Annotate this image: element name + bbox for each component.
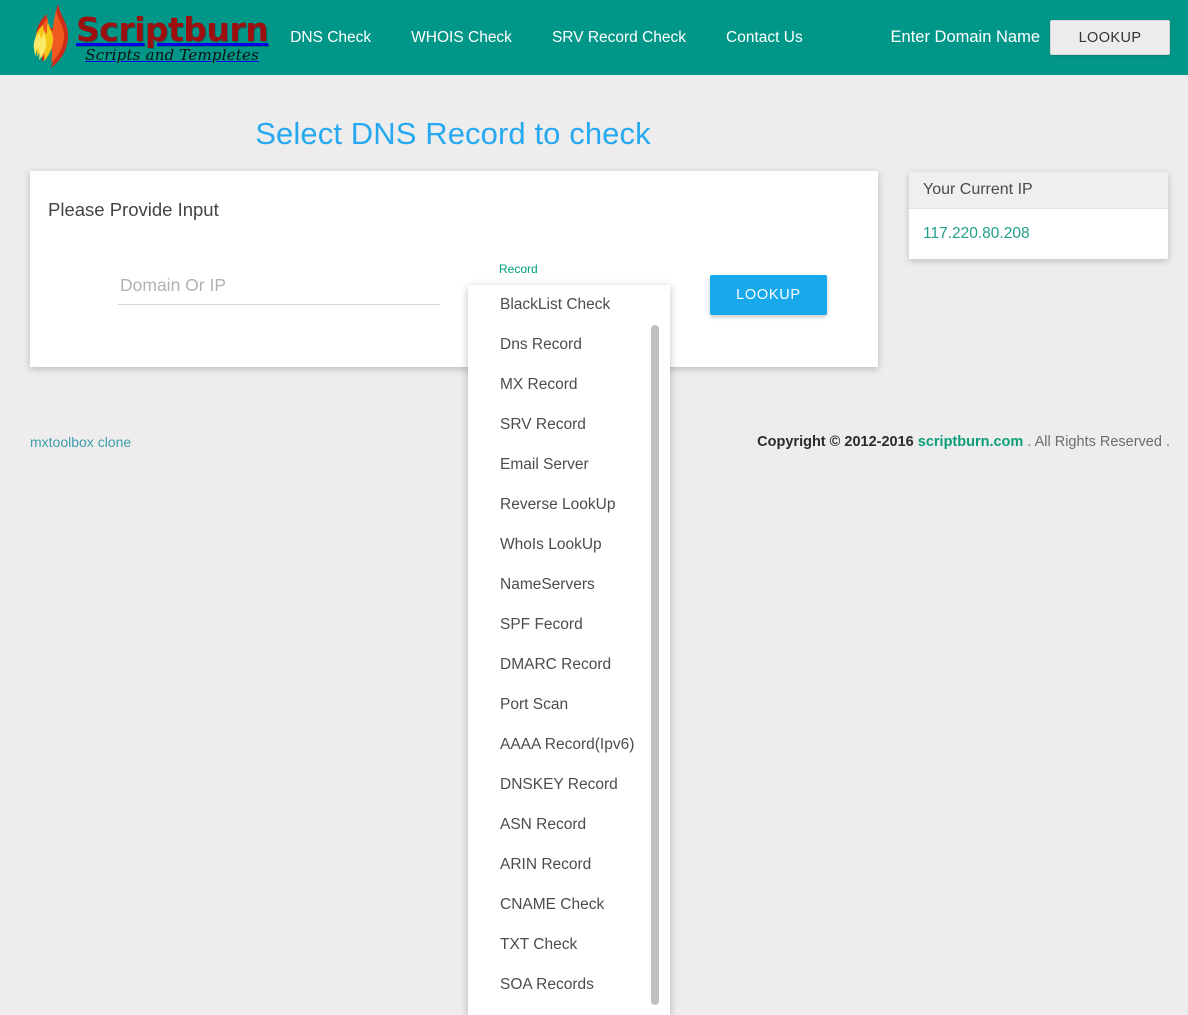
page-title: Select DNS Record to check	[255, 116, 651, 151]
brand-tagline: Scripts and Templetes	[85, 45, 259, 64]
brand-text: Scriptburn Scripts and Templetes	[76, 9, 269, 64]
record-dropdown-item[interactable]: Port Scan	[468, 685, 651, 725]
record-dropdown-item[interactable]: MX Record	[468, 365, 651, 405]
record-dropdown-list[interactable]: BlackList Check Dns Record MX Record SRV Re…	[468, 285, 651, 1015]
copyright-suffix: . All Rights Reserved .	[1027, 434, 1170, 450]
brand-name: Scriptburn	[76, 9, 269, 49]
record-dropdown-item[interactable]: WhoIs LookUp	[468, 525, 651, 565]
record-dropdown-item[interactable]: SOA Records	[468, 965, 651, 1005]
record-dropdown-item[interactable]: CNAME Check	[468, 885, 651, 925]
record-dropdown-item[interactable]: Reverse LookUp	[468, 485, 651, 525]
record-dropdown-item[interactable]: ASN Record	[468, 805, 651, 845]
current-ip-card: Your Current IP 117.220.80.208	[909, 172, 1168, 259]
current-ip-value: 117.220.80.208	[923, 224, 1030, 242]
nav-item-whois-check[interactable]: WHOIS Check	[411, 23, 512, 53]
record-dropdown-item[interactable]: ARIN Record	[468, 845, 651, 885]
record-field-wrapper: Record	[470, 263, 692, 279]
header-domain-input[interactable]	[875, 22, 1050, 53]
record-dropdown-item[interactable]: NameServers	[468, 565, 651, 605]
lookup-form: Record LOOKUP	[30, 263, 878, 353]
record-dropdown-item[interactable]: BlackList Check	[468, 285, 651, 325]
flame-icon	[33, 3, 69, 68]
nav-item-srv-record-check[interactable]: SRV Record Check	[552, 23, 686, 53]
site-header: Scriptburn Scripts and Templetes DNS Che…	[0, 0, 1188, 75]
input-card-title: Please Provide Input	[48, 199, 219, 220]
domain-or-ip-input[interactable]	[118, 271, 440, 305]
dropdown-right-edge	[661, 285, 670, 1015]
form-lookup-button[interactable]: LOOKUP	[710, 275, 827, 315]
record-dropdown-item[interactable]: DNSKEY Record	[468, 765, 651, 805]
record-dropdown-item[interactable]: SRV Record	[468, 405, 651, 445]
record-field-label: Record	[499, 262, 538, 276]
domain-field-wrapper	[118, 271, 440, 305]
record-dropdown-item[interactable]: Dns Record	[468, 325, 651, 365]
record-dropdown-item[interactable]: AAAA Record(Ipv6)	[468, 725, 651, 765]
brand-logo[interactable]: Scriptburn Scripts and Templetes	[28, 0, 269, 75]
record-dropdown-item[interactable]: Email Server	[468, 445, 651, 485]
header-lookup-button[interactable]: LOOKUP	[1050, 20, 1170, 55]
record-dropdown-menu[interactable]: BlackList Check Dns Record MX Record SRV Re…	[468, 285, 670, 1015]
record-dropdown-item[interactable]: DMARC Record	[468, 645, 651, 685]
copyright-brand-link[interactable]: scriptburn.com	[918, 434, 1024, 450]
main-navigation: DNS Check WHOIS Check SRV Record Check C…	[290, 0, 803, 75]
nav-item-dns-check[interactable]: DNS Check	[290, 23, 371, 53]
nav-item-contact-us[interactable]: Contact Us	[726, 23, 803, 53]
dropdown-scrollbar-thumb[interactable]	[651, 325, 659, 1005]
record-dropdown-item[interactable]: TXT Check	[468, 925, 651, 965]
input-card: Please Provide Input Record LOOKUP	[30, 171, 878, 367]
footer-copyright: Copyright © 2012-2016 scriptburn.com . A…	[757, 434, 1170, 450]
footer-mxtoolbox-clone-link[interactable]: mxtoolbox clone	[30, 434, 131, 450]
copyright-prefix: Copyright © 2012-2016	[757, 434, 914, 450]
record-dropdown-item[interactable]: SPF Fecord	[468, 605, 651, 645]
current-ip-card-header: Your Current IP	[909, 172, 1168, 209]
header-search-group: LOOKUP	[875, 20, 1170, 55]
